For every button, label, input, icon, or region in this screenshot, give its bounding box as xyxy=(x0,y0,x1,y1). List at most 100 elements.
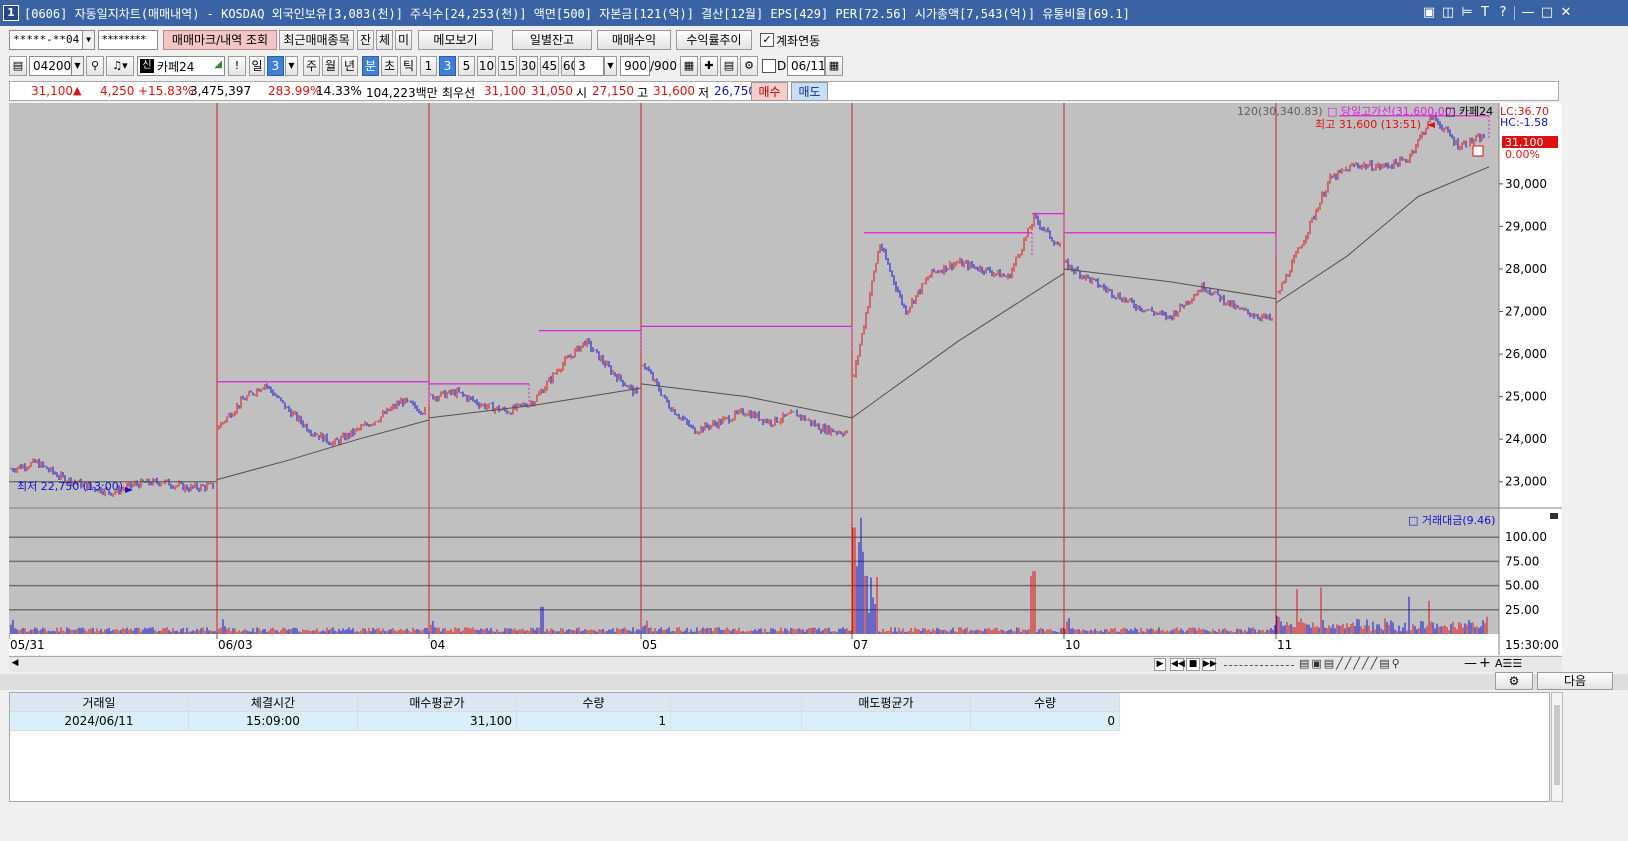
period-day-button[interactable]: 일 xyxy=(249,56,265,76)
chart-area[interactable]: 30,000 29,000 28,000 27,000 26,000 25,000 24,0… xyxy=(9,103,1562,655)
password-field[interactable]: ******** xyxy=(98,30,158,50)
col-buy-avg[interactable]: 매수평균가 xyxy=(357,693,517,712)
price-chart-svg[interactable]: 30,000 29,000 28,000 27,000 26,000 25,000 24,0… xyxy=(9,103,1562,655)
interval-button-1[interactable]: 1 xyxy=(420,56,437,76)
cell-buy-qty: 1 xyxy=(516,711,671,731)
zoom-out-icon[interactable]: — xyxy=(1464,656,1477,671)
daily-balance-button[interactable]: 일별잔고 xyxy=(512,30,592,50)
period-minute-button[interactable]: 분 xyxy=(362,56,379,76)
interval-button-45[interactable]: 45 xyxy=(540,56,559,76)
col-exec-time[interactable]: 체결시간 xyxy=(188,693,358,712)
period-month-button[interactable]: 월 xyxy=(322,56,339,76)
period-tick-button[interactable]: 틱 xyxy=(400,56,417,76)
memo-view-button[interactable]: 메모보기 xyxy=(418,30,493,50)
period-day-count[interactable]: 3 xyxy=(267,56,284,76)
table-row[interactable]: 2024/06/11 15:09:00 31,100 1 0 xyxy=(10,711,1120,731)
chart-settings-icon[interactable]: A☰☰ xyxy=(1495,657,1522,670)
price-change-pct: +15.83% xyxy=(138,84,194,98)
scroll-left-icon[interactable]: ◀ xyxy=(9,658,21,671)
return-trend-button[interactable]: 수익률추이 xyxy=(676,30,752,50)
period-second-button[interactable]: 초 xyxy=(381,56,398,76)
zoom-slider[interactable] xyxy=(1224,661,1294,666)
account-select[interactable]: *****-**04 ▼ xyxy=(9,30,95,50)
stock-list-icon[interactable]: ▤ xyxy=(9,56,27,76)
minimize-icon[interactable]: — xyxy=(1520,4,1536,21)
gear-icon[interactable]: ⚙ xyxy=(740,56,758,76)
maximize-icon[interactable]: □ xyxy=(1539,4,1555,21)
cell-trade-date: 2024/06/11 xyxy=(10,711,189,731)
series-name-label: □ 카페24 xyxy=(1445,105,1493,118)
title-bar: 1 [0606] 자동일지차트(매매내역) - KOSDAQ 외국인보유[3,0… xyxy=(0,0,1628,26)
grid-settings-icon[interactable]: ⚙ xyxy=(1495,672,1533,690)
font-size-icon[interactable]: T xyxy=(1477,4,1493,21)
pin-icon[interactable]: ⊨ xyxy=(1459,4,1475,21)
interval-button-10[interactable]: 10 xyxy=(477,56,496,76)
col-sell-qty[interactable]: 수량 xyxy=(970,693,1120,712)
chevron-down-icon[interactable]: ▼ xyxy=(71,57,83,75)
rewind-icon[interactable]: ◀◀ xyxy=(1170,658,1185,671)
interval-button-30[interactable]: 30 xyxy=(519,56,538,76)
col-buy-qty[interactable]: 수량 xyxy=(516,693,671,712)
zoom-in-icon[interactable]: + xyxy=(1479,655,1491,671)
grid-scroll-thumb[interactable] xyxy=(1554,705,1560,785)
grid-vertical-scrollbar[interactable] xyxy=(1551,692,1563,802)
next-button[interactable]: 다음 xyxy=(1537,672,1613,690)
trade-mark-lookup-button[interactable]: 매매마크/내역 조회 xyxy=(163,30,277,50)
date-checkbox[interactable] xyxy=(762,59,776,73)
chevron-down-icon[interactable]: ▼ xyxy=(82,31,94,49)
stock-name-box[interactable]: 신 카페24 ◢ xyxy=(137,56,225,76)
price-tick-label: 26,000 xyxy=(1505,347,1547,361)
drawing-tools-icon[interactable]: ▤▣▤╱╱╱╱╱▤⚲ xyxy=(1299,657,1402,670)
date-label: 07 xyxy=(853,638,868,652)
sell-button[interactable]: 매도 xyxy=(791,82,828,101)
window-list-icon[interactable]: ▣ xyxy=(1421,4,1437,21)
account-value: *****-**04 xyxy=(13,33,80,46)
chevron-down-icon[interactable]: ▼ xyxy=(285,56,298,76)
col-trade-date[interactable]: 거래일 xyxy=(10,693,189,712)
help-icon[interactable]: ? xyxy=(1495,4,1511,21)
buy-button[interactable]: 매수 xyxy=(751,82,788,101)
alert-icon[interactable]: ! xyxy=(228,56,246,76)
trade-history-grid[interactable]: 거래일 체결시간 매수평균가 수량 매도평균가 수량 2024/06/11 15… xyxy=(9,692,1550,802)
period-week-button[interactable]: 주 xyxy=(303,56,320,76)
window-link-icon[interactable]: ◫ xyxy=(1440,4,1456,21)
interval-button-3[interactable]: 3 xyxy=(439,56,456,76)
recent-trades-button[interactable]: 최근매매종목 xyxy=(279,30,354,50)
stock-code-input[interactable]: 042000 ▼ xyxy=(29,56,84,76)
interval-button-5[interactable]: 5 xyxy=(458,56,475,76)
tab-unexecuted[interactable]: 미 xyxy=(395,30,412,50)
cell-sell-qty: 0 xyxy=(970,711,1120,731)
day-high-label: □ 당일고가선(31,600.00) xyxy=(1327,104,1456,118)
tab-executed[interactable]: 체 xyxy=(376,30,393,50)
price-tick-label: 24,000 xyxy=(1505,432,1547,446)
candle-style-icon[interactable]: ▦ xyxy=(680,56,698,76)
interval-button-15[interactable]: 15 xyxy=(498,56,517,76)
crosshair-icon[interactable]: ✚ xyxy=(700,56,718,76)
save-icon[interactable]: ▤ xyxy=(720,56,738,76)
col-sell-avg[interactable]: 매도평균가 xyxy=(801,693,971,712)
period-year-button[interactable]: 년 xyxy=(341,56,358,76)
tab-balance[interactable]: 잔 xyxy=(357,30,374,50)
custom-interval-input[interactable]: 3 xyxy=(574,56,604,76)
date-label: 05 xyxy=(642,638,657,652)
price-tick-label: 27,000 xyxy=(1505,305,1547,319)
fast-forward-icon[interactable]: ▶▶ xyxy=(1202,658,1217,671)
calendar-icon[interactable]: ▦ xyxy=(825,56,843,76)
data-count-input[interactable]: 900 xyxy=(620,56,650,76)
turnover-rate: 14.33% xyxy=(316,84,362,98)
trade-profit-button[interactable]: 매매수익 xyxy=(597,30,671,50)
date-input[interactable]: 06/11 xyxy=(787,56,825,76)
speaker-icon[interactable]: ♫▾ xyxy=(106,56,134,76)
app-number-icon[interactable]: 1 xyxy=(3,5,19,21)
search-icon[interactable]: ⚲ xyxy=(86,56,104,76)
chart-scroll-bar[interactable]: ◀ ▶ ◀◀ ■ ▶▶ ▤▣▤╱╱╱╱╱▤⚲ — + A☰☰ xyxy=(9,655,1562,672)
chevron-down-icon[interactable]: ▼ xyxy=(604,56,617,76)
account-link-checkbox[interactable]: ✓ xyxy=(760,33,774,47)
scroll-right-icon[interactable]: ▶ xyxy=(1154,658,1166,671)
high-price: 31,600 xyxy=(653,84,695,98)
credit-icon: 신 xyxy=(140,59,154,73)
stop-icon[interactable]: ■ xyxy=(1186,658,1200,671)
close-icon[interactable]: ✕ xyxy=(1558,4,1574,21)
volume-tick-label: 75.00 xyxy=(1505,554,1539,568)
up-arrow-icon: ▲ xyxy=(73,84,82,97)
